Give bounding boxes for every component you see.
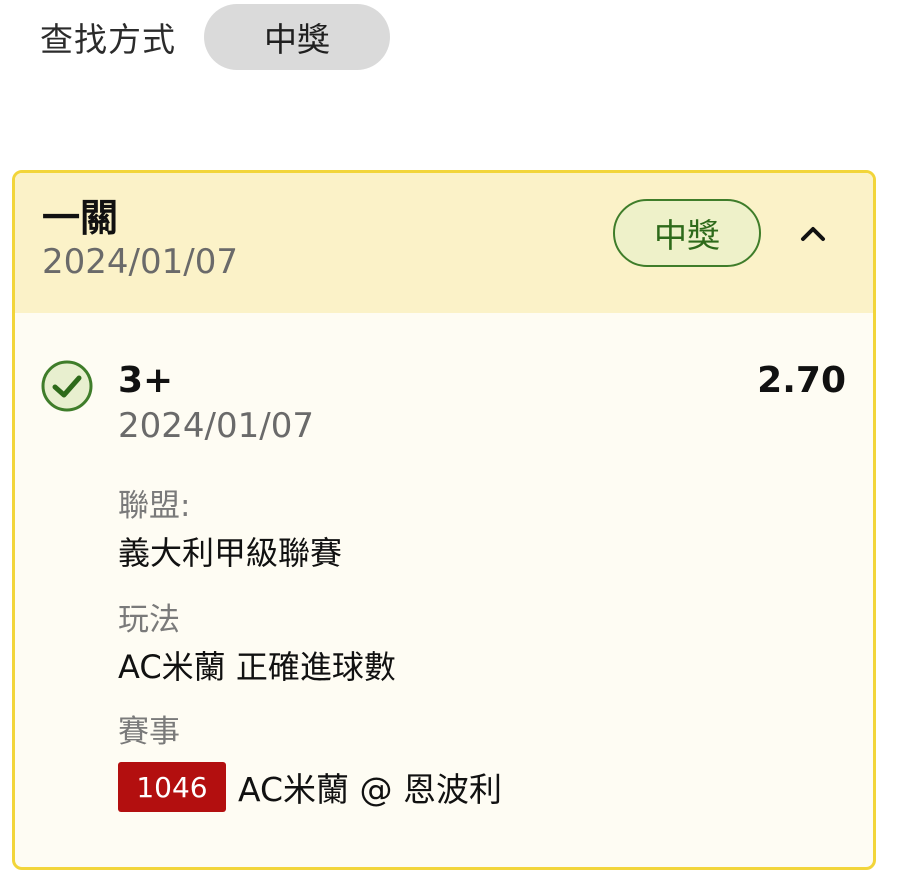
selection-date: 2024/01/07: [118, 406, 314, 446]
filter-chip-won[interactable]: 中獎: [204, 4, 390, 70]
play-type-value: AC米蘭 正確進球數: [118, 648, 396, 686]
bet-card: 一關 2024/01/07 中獎 3+ 2.70 2024/01/07 聯盟: …: [12, 170, 876, 870]
bet-type-title: 一關: [42, 196, 119, 240]
chevron-up-icon[interactable]: [795, 215, 831, 251]
filter-row: 查找方式 中獎: [40, 4, 390, 70]
league-label: 聯盟:: [118, 488, 191, 524]
match-label: 賽事: [118, 714, 180, 750]
match-name: AC米蘭 @ 恩波利: [238, 770, 503, 809]
check-circle-icon: [40, 359, 94, 413]
bet-card-header[interactable]: 一關 2024/01/07 中獎: [15, 173, 873, 313]
selection-name: 3+: [118, 360, 174, 401]
match-number-badge: 1046: [118, 762, 226, 812]
league-value: 義大利甲級聯賽: [118, 534, 343, 572]
match-row: 1046 AC米蘭 @ 恩波利: [118, 761, 502, 813]
bet-date: 2024/01/07: [42, 242, 238, 282]
selection-odds: 2.70: [757, 360, 846, 401]
play-type-label: 玩法: [118, 602, 180, 638]
result-badge: 中獎: [613, 199, 761, 267]
filter-label: 查找方式: [40, 20, 176, 59]
